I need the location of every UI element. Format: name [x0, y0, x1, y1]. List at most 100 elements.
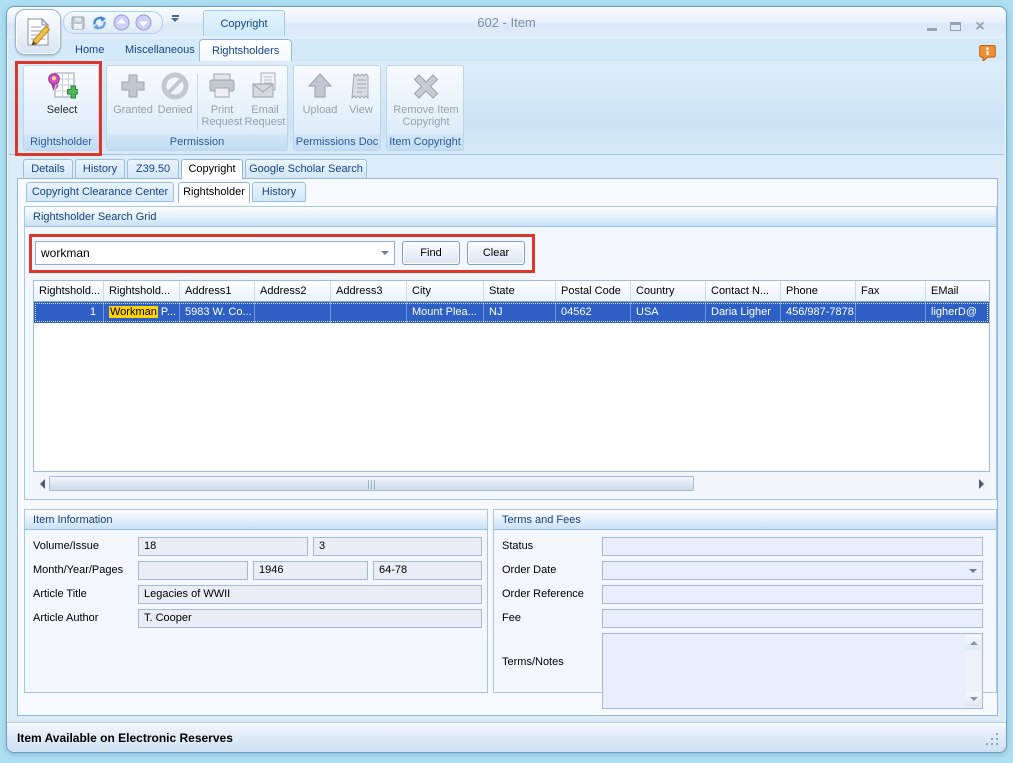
- tab-rightsholders[interactable]: Rightsholders: [199, 39, 292, 61]
- item-information-box: Item Information Volume/Issue 18 3 Month…: [24, 509, 488, 693]
- printer-icon: [206, 70, 238, 102]
- year-field[interactable]: 1946: [253, 561, 368, 580]
- terms-notes-textarea[interactable]: [602, 633, 983, 709]
- pages-field[interactable]: 64-78: [373, 561, 482, 580]
- order-date-label: Order Date: [502, 561, 556, 580]
- rightsholder-search-grid-box: Rightsholder Search Grid workman Find Cl…: [24, 206, 997, 500]
- item-tab-strip: Details History Z39.50 Copyright Google …: [9, 159, 1004, 179]
- clear-button[interactable]: Clear: [467, 241, 525, 265]
- upload-button-label: Upload: [303, 104, 338, 116]
- rightsholder-search-input[interactable]: workman: [35, 241, 395, 265]
- column-header-phone[interactable]: Phone: [781, 281, 856, 301]
- x-icon: [410, 70, 442, 102]
- email-request-button-label: Email Request: [245, 104, 286, 128]
- status-field[interactable]: [602, 537, 983, 556]
- email-request-button[interactable]: Email Request: [244, 69, 286, 128]
- column-header-state[interactable]: State: [484, 281, 556, 301]
- fee-field[interactable]: [602, 609, 983, 628]
- denied-button[interactable]: Denied: [155, 69, 195, 116]
- cell-fax: [856, 302, 926, 323]
- search-value: workman: [41, 246, 90, 260]
- column-header-rightsholder-name[interactable]: Rightshold...: [104, 281, 180, 301]
- contextual-tab-group-label: Copyright: [203, 10, 285, 36]
- issue-field[interactable]: 3: [313, 537, 482, 556]
- order-reference-field[interactable]: [602, 585, 983, 604]
- rightsholder-search-grid-title: Rightsholder Search Grid: [25, 207, 996, 227]
- search-dropdown-button[interactable]: [377, 243, 393, 263]
- triangle-left-icon: [35, 479, 45, 489]
- content-area: Details History Z39.50 Copyright Google …: [9, 155, 1004, 720]
- close-button[interactable]: ×: [970, 19, 990, 36]
- granted-button[interactable]: Granted: [111, 69, 155, 116]
- column-header-city[interactable]: City: [407, 281, 484, 301]
- column-header-rightsholder-id[interactable]: Rightshold...: [34, 281, 104, 301]
- group-label-permissions-doc: Permissions Doc: [294, 134, 380, 150]
- view-button[interactable]: View: [344, 69, 378, 116]
- month-year-pages-label: Month/Year/Pages: [33, 561, 123, 580]
- tab-history[interactable]: History: [75, 159, 125, 179]
- column-header-fax[interactable]: Fax: [856, 281, 926, 301]
- tab-copyright[interactable]: Copyright: [181, 159, 243, 180]
- scroll-up-button[interactable]: [966, 635, 981, 650]
- scroll-down-button[interactable]: [966, 692, 981, 707]
- group-label-item-copyright: Item Copyright: [387, 134, 463, 150]
- up-circle-icon[interactable]: [113, 14, 130, 31]
- column-header-country[interactable]: Country: [631, 281, 706, 301]
- select-rightsholder-button[interactable]: Select: [39, 69, 85, 116]
- grid-header-row: Rightshold... Rightshold... Address1 Add…: [34, 281, 989, 302]
- no-symbol-icon: [159, 70, 191, 102]
- volume-field[interactable]: 18: [138, 537, 308, 556]
- order-date-field[interactable]: [602, 561, 983, 580]
- find-button[interactable]: Find: [402, 241, 460, 265]
- column-header-contact[interactable]: Contact N...: [706, 281, 781, 301]
- order-date-dropdown-button[interactable]: [965, 563, 981, 578]
- tab-rightsholder[interactable]: Rightsholder: [178, 182, 250, 203]
- column-header-address1[interactable]: Address1: [180, 281, 255, 301]
- upload-button[interactable]: Upload: [297, 69, 343, 116]
- grid-horizontal-scrollbar[interactable]: [33, 475, 990, 492]
- tab-z3950[interactable]: Z39.50: [127, 159, 179, 179]
- volume-issue-label: Volume/Issue: [33, 537, 99, 556]
- article-title-field[interactable]: Legacies of WWII: [138, 585, 482, 604]
- status-bar: Item Available on Electronic Reserves: [7, 722, 1006, 752]
- email-icon: [249, 70, 281, 102]
- terms-and-fees-title: Terms and Fees: [494, 510, 996, 530]
- month-field[interactable]: [138, 561, 248, 580]
- down-circle-icon[interactable]: [135, 14, 152, 31]
- receipt-icon: [345, 70, 377, 102]
- scroll-right-button[interactable]: [974, 475, 990, 492]
- remove-item-copyright-button[interactable]: Remove Item Copyright: [390, 69, 462, 128]
- help-button[interactable]: [979, 43, 996, 62]
- scrollbar-thumb[interactable]: [49, 476, 694, 491]
- ribbon-group-item-copyright: Remove Item Copyright Item Copyright: [386, 65, 464, 151]
- tab-copyright-clearance-center[interactable]: Copyright Clearance Center: [26, 182, 174, 202]
- ribbon-tab-strip: Home Miscellaneous Rightsholders: [7, 39, 1006, 61]
- tab-history-sub[interactable]: History: [252, 182, 306, 202]
- grid-row-selected[interactable]: 1 Workman P... 5983 W. Co... Mount Plea.…: [34, 302, 989, 323]
- column-header-address2[interactable]: Address2: [255, 281, 331, 301]
- terms-notes-scrollbar[interactable]: [966, 635, 981, 707]
- column-header-postal-code[interactable]: Postal Code: [556, 281, 631, 301]
- tab-miscellaneous[interactable]: Miscellaneous: [113, 39, 207, 61]
- minimize-button[interactable]: [922, 19, 942, 36]
- article-author-field[interactable]: T. Cooper: [138, 609, 482, 628]
- ribbon-group-rightsholder: Select Rightsholder: [23, 65, 99, 151]
- maximize-button[interactable]: [945, 19, 965, 36]
- tab-google-scholar-search[interactable]: Google Scholar Search: [245, 159, 367, 179]
- triangle-down-icon: [970, 697, 978, 705]
- resize-grip[interactable]: [996, 743, 998, 745]
- terms-and-fees-box: Terms and Fees Status Order Date Order R…: [493, 509, 997, 693]
- title-bar[interactable]: 602 - Item ×: [7, 7, 1006, 39]
- tab-details[interactable]: Details: [23, 159, 73, 179]
- column-header-address3[interactable]: Address3: [331, 281, 407, 301]
- print-request-button[interactable]: Print Request: [200, 69, 244, 128]
- tab-home[interactable]: Home: [63, 39, 116, 61]
- column-header-email[interactable]: EMail: [926, 281, 990, 301]
- customize-qat-dropdown[interactable]: [169, 15, 181, 26]
- refresh-icon[interactable]: [91, 15, 108, 31]
- terms-notes-label: Terms/Notes: [502, 653, 564, 672]
- view-button-label: View: [349, 104, 373, 116]
- group-label-permission: Permission: [107, 134, 287, 150]
- scroll-left-button[interactable]: [33, 475, 49, 492]
- save-icon[interactable]: [70, 15, 86, 31]
